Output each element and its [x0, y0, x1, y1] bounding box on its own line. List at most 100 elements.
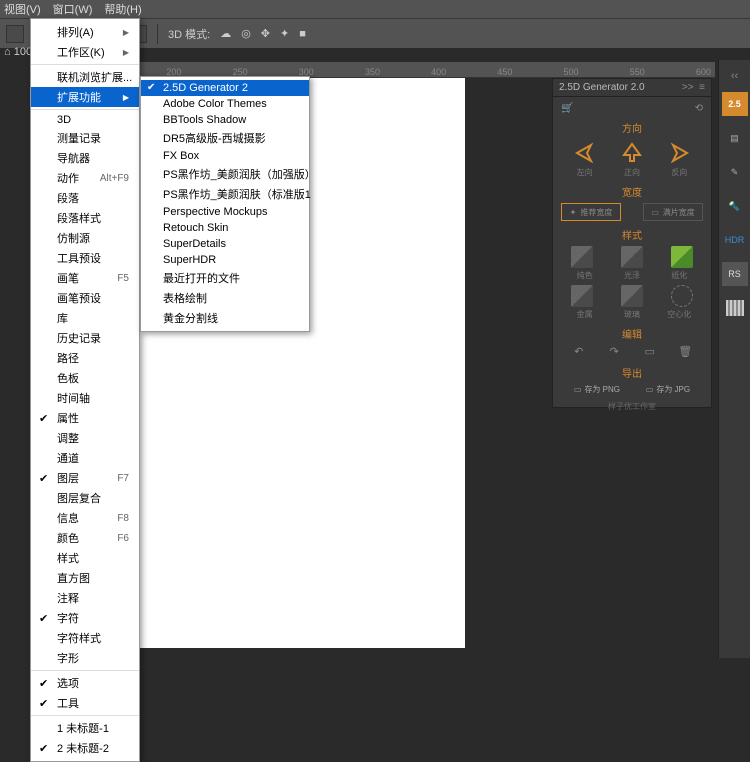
menu-item[interactable]: 扩展功能 — [31, 87, 139, 107]
menu-item[interactable]: ✔字符 — [31, 608, 139, 628]
tab-grid-icon[interactable] — [722, 296, 748, 320]
arrow-left[interactable] — [571, 139, 599, 165]
section-width: 宽度 — [561, 184, 703, 199]
3d-icon[interactable]: ☁ — [220, 27, 231, 40]
refresh-icon[interactable]: ⟲ — [695, 103, 703, 114]
menu-item[interactable]: ✔工具 — [31, 693, 139, 713]
cart-icon[interactable]: 🛒 — [561, 103, 573, 114]
submenu-item[interactable]: ✔2.5D Generator 2 — [141, 80, 309, 96]
submenu-item[interactable]: Adobe Color Themes — [141, 96, 309, 112]
section-edit: 编辑 — [561, 326, 703, 341]
style-hollow[interactable] — [671, 285, 693, 307]
style-paper[interactable] — [671, 246, 693, 268]
tab-25d[interactable]: 2.5 — [722, 92, 748, 116]
arrow-right[interactable] — [665, 139, 693, 165]
trash-icon[interactable]: 🗑 — [677, 345, 693, 359]
menu-item[interactable]: 联机浏览扩展... — [31, 67, 139, 87]
menu-item[interactable]: ✔2 未标题-2 — [31, 738, 139, 758]
submenu-item[interactable]: BBTools Shadow — [141, 112, 309, 128]
arrow-up[interactable] — [618, 139, 646, 165]
menu-item[interactable]: ✔选项 — [31, 673, 139, 693]
submenu-item[interactable]: 最近打开的文件 — [141, 268, 309, 288]
menu-item[interactable]: 路径 — [31, 348, 139, 368]
3d-mode-label: 3D 模式: — [168, 26, 210, 42]
tab-light-icon[interactable]: 🔦 — [722, 194, 748, 218]
3d-icon[interactable]: ■ — [299, 28, 306, 40]
menu-item[interactable]: 注释 — [31, 588, 139, 608]
tab-rs[interactable]: RS — [722, 262, 748, 286]
menu-item[interactable]: 通道 — [31, 448, 139, 468]
menu-item[interactable]: 历史记录 — [31, 328, 139, 348]
menu-item[interactable]: 颜色F6 — [31, 528, 139, 548]
submenu-item[interactable]: SuperDetails — [141, 236, 309, 252]
menu-item[interactable]: 信息F8 — [31, 508, 139, 528]
submenu-item[interactable]: Retouch Skin — [141, 220, 309, 236]
menu-item[interactable]: 排列(A) — [31, 22, 139, 42]
tab-brush-icon[interactable]: ✎ — [722, 160, 748, 184]
menu-item[interactable]: 动作Alt+F9 — [31, 168, 139, 188]
menu-item[interactable]: 样式 — [31, 548, 139, 568]
menu-item[interactable]: ✔图层F7 — [31, 468, 139, 488]
undo-icon[interactable]: ↶ — [571, 345, 587, 359]
menu-item[interactable]: 测量记录 — [31, 128, 139, 148]
width-recommended[interactable]: ✦推荐宽度 — [561, 203, 621, 221]
menu-item[interactable]: 图层复合 — [31, 488, 139, 508]
section-direction: 方向 — [561, 120, 703, 135]
3d-icon[interactable]: ✦ — [280, 27, 289, 40]
edit-icon[interactable]: ▭ — [642, 345, 658, 359]
panel-footer: 样子优工作室 — [561, 401, 703, 412]
style-solid[interactable] — [571, 246, 593, 268]
tab-layers-icon[interactable]: ▤ — [722, 126, 748, 150]
menu-item[interactable]: 工具预设 — [31, 248, 139, 268]
style-label: 光泽 — [608, 270, 655, 281]
style-metal[interactable] — [571, 285, 593, 307]
menu-item[interactable]: 段落样式 — [31, 208, 139, 228]
menu-item[interactable]: 字符样式 — [31, 628, 139, 648]
menu-item[interactable]: 导航器 — [31, 148, 139, 168]
dir-label: 反向 — [671, 167, 687, 178]
style-glass[interactable] — [621, 285, 643, 307]
tool-icon[interactable] — [6, 25, 24, 43]
menu-item[interactable]: 色板 — [31, 368, 139, 388]
menu-item[interactable]: ✔属性 — [31, 408, 139, 428]
style-label: 纸化 — [656, 270, 703, 281]
menu-item[interactable]: 库 — [31, 308, 139, 328]
menu-item[interactable]: 3D — [31, 112, 139, 128]
submenu-item[interactable]: SuperHDR — [141, 252, 309, 268]
submenu-item[interactable]: PS黑作坊_美颜润肤（加强版） — [141, 164, 309, 184]
submenu-item[interactable]: PS黑作坊_美颜润肤（标准版1 — [141, 184, 309, 204]
menu-item[interactable]: 工作区(K) — [31, 42, 139, 62]
menu-item[interactable]: 1 未标题-1 — [31, 718, 139, 738]
menu-item[interactable]: 段落 — [31, 188, 139, 208]
menu-item[interactable]: 字形 — [31, 648, 139, 668]
submenu-item[interactable]: Perspective Mockups — [141, 204, 309, 220]
submenu-item[interactable]: 黄金分割线 — [141, 308, 309, 328]
section-export: 导出 — [561, 365, 703, 380]
3d-icon[interactable]: ◎ — [241, 27, 251, 40]
3d-icon[interactable]: ✥ — [261, 27, 270, 40]
menu-item[interactable]: 调整 — [31, 428, 139, 448]
menu-help[interactable]: 帮助(H) — [104, 1, 141, 17]
menu-view[interactable]: 视图(V) — [4, 1, 41, 17]
menu-item[interactable]: 画笔预设 — [31, 288, 139, 308]
tab-hdr[interactable]: HDR — [722, 228, 748, 252]
submenu-item[interactable]: DR5高级版-西城摄影 — [141, 128, 309, 148]
export-png[interactable]: ▭ 存为 PNG — [574, 384, 620, 395]
chevron-left-icon[interactable]: ‹‹ — [731, 70, 738, 82]
style-label: 纯色 — [561, 270, 608, 281]
style-label: 金属 — [561, 309, 608, 320]
style-gloss[interactable] — [621, 246, 643, 268]
panel-collapse-icon[interactable]: >> — [682, 82, 694, 93]
submenu-item[interactable]: FX Box — [141, 148, 309, 164]
redo-icon[interactable]: ↷ — [606, 345, 622, 359]
menu-window[interactable]: 窗口(W) — [53, 1, 93, 17]
menu-item[interactable]: 直方图 — [31, 568, 139, 588]
menu-item[interactable]: 画笔F5 — [31, 268, 139, 288]
panel-menu-icon[interactable]: ≡ — [699, 82, 705, 93]
generator-panel: 2.5D Generator 2.0 >> ≡ 🛒 ⟲ 方向 左向 正向 反向 … — [552, 78, 712, 408]
menu-item[interactable]: 仿制源 — [31, 228, 139, 248]
submenu-item[interactable]: 表格绘制 — [141, 288, 309, 308]
menu-item[interactable]: 时间轴 — [31, 388, 139, 408]
export-jpg[interactable]: ▭ 存为 JPG — [646, 384, 690, 395]
width-full[interactable]: ▭满片宽度 — [643, 203, 703, 221]
